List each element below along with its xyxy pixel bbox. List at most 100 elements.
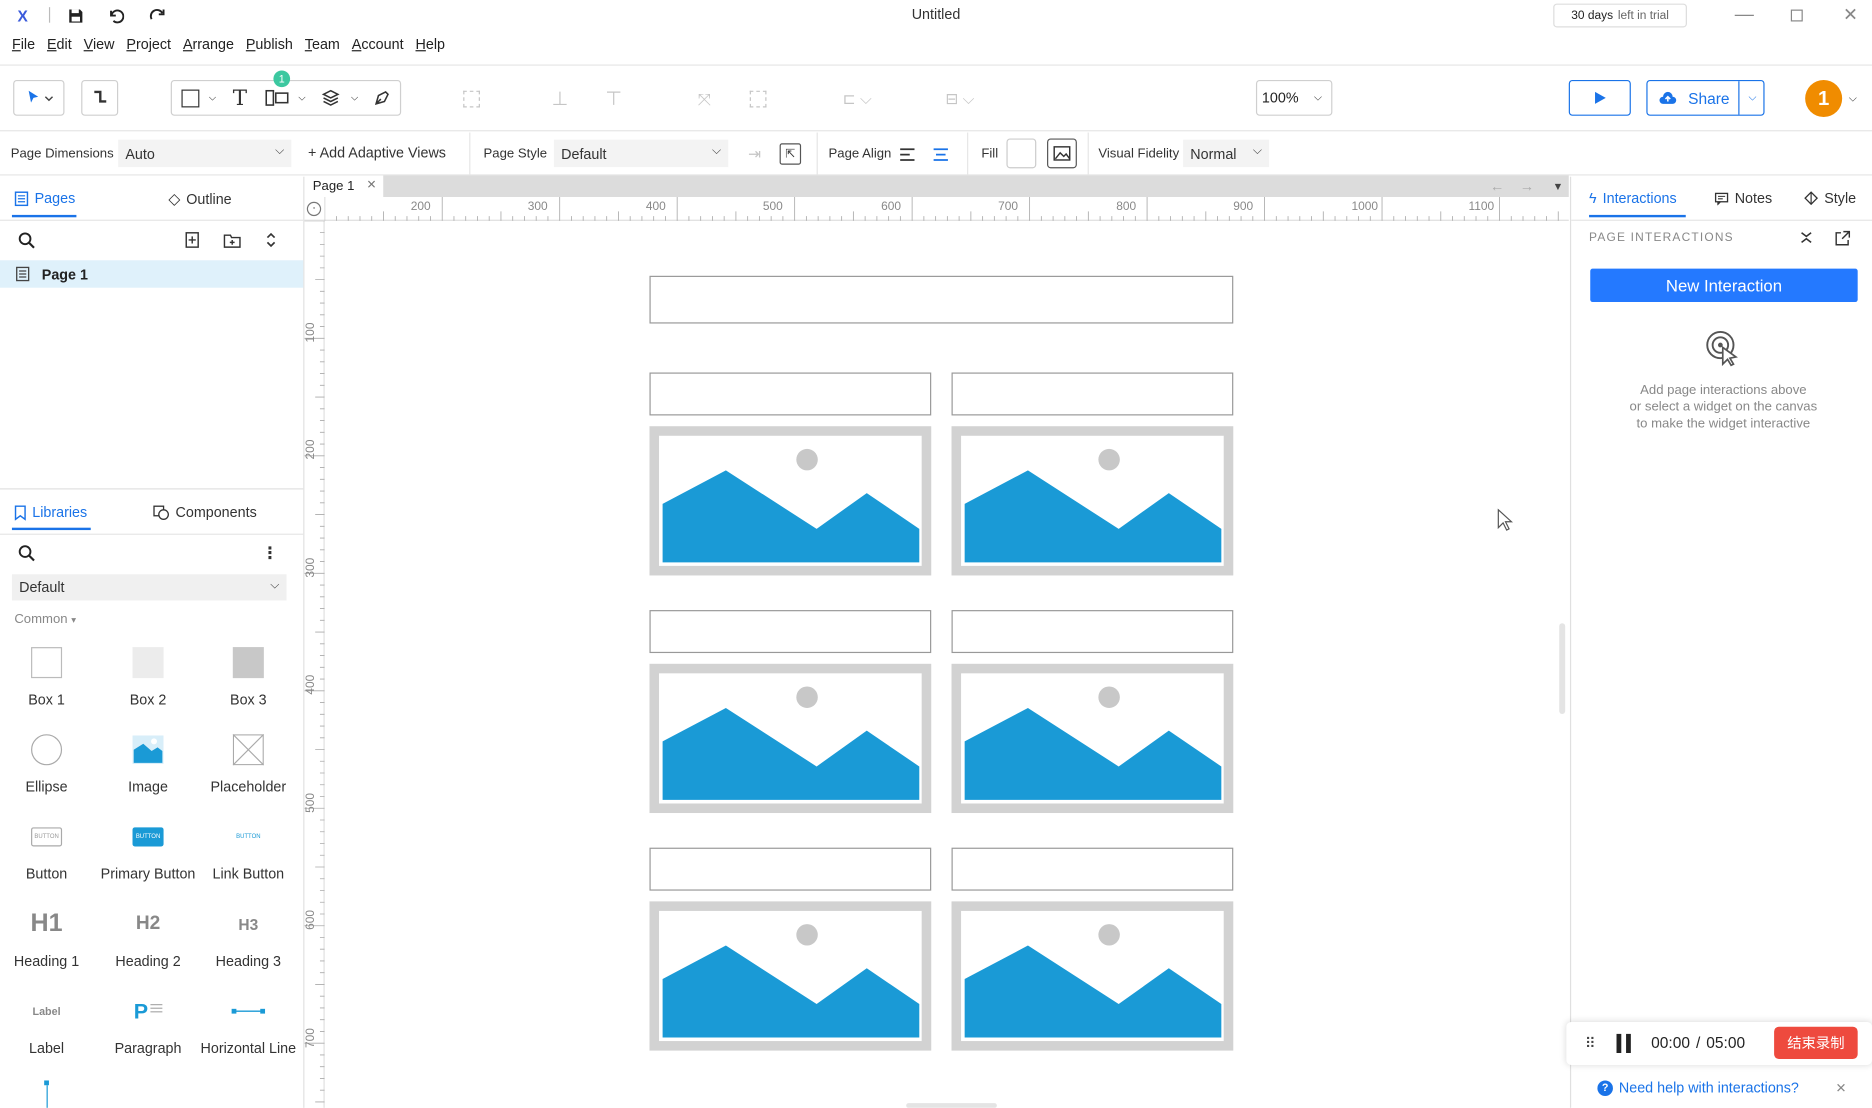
lib-horizontal-line[interactable]: Horizontal Line <box>198 991 298 1057</box>
image-widget[interactable] <box>649 426 932 576</box>
image-widget[interactable] <box>951 663 1234 814</box>
menu-file[interactable]: File <box>6 36 41 60</box>
header-box-widget[interactable] <box>649 275 1234 324</box>
menu-help[interactable]: Help <box>410 36 451 60</box>
widget-tool-icon[interactable] <box>264 87 290 108</box>
drag-handle-icon[interactable]: ⠿ <box>1581 1034 1600 1053</box>
caption-box-widget[interactable] <box>951 372 1234 416</box>
menu-arrange[interactable]: Arrange <box>177 36 240 60</box>
caption-box-widget[interactable] <box>649 610 932 654</box>
close-tab-icon[interactable]: ✕ <box>367 179 377 192</box>
menu-account[interactable]: Account <box>346 36 410 60</box>
page-dimensions-select[interactable]: Auto ⌵ <box>118 139 292 168</box>
notification-badge[interactable]: 1 <box>273 70 291 88</box>
fill-image-icon[interactable] <box>1047 138 1077 169</box>
caption-box-widget[interactable] <box>951 610 1234 654</box>
library-more-icon[interactable]: ⋮ <box>260 542 279 563</box>
widget-dropdown-icon[interactable]: ⌵ <box>296 87 308 108</box>
caption-box-widget[interactable] <box>649 372 932 416</box>
lib-heading-1[interactable]: H1 Heading 1 <box>0 904 97 970</box>
tab-interactions[interactable]: ϟ Interactions <box>1589 190 1677 207</box>
connector-tool-button[interactable] <box>81 79 119 116</box>
library-search-icon[interactable] <box>16 542 37 563</box>
vertical-scrollbar[interactable] <box>1559 623 1566 714</box>
image-widget[interactable] <box>951 901 1234 1051</box>
library-group-label[interactable]: Common ▾ <box>14 612 76 626</box>
avatar[interactable]: 1 <box>1805 79 1843 118</box>
lib-placeholder[interactable]: Placeholder <box>198 729 298 795</box>
search-icon[interactable] <box>16 229 37 250</box>
menu-project[interactable]: Project <box>120 36 177 60</box>
text-tool-icon[interactable]: T <box>227 85 253 110</box>
lib-paragraph[interactable]: P Paragraph <box>98 991 198 1056</box>
caption-box-widget[interactable] <box>951 847 1234 891</box>
rectangle-dropdown-icon[interactable]: ⌵ <box>207 87 219 108</box>
avatar-chevron-icon[interactable]: ⌵ <box>1846 90 1860 107</box>
preview-button[interactable] <box>1568 79 1631 116</box>
close-window-icon[interactable]: ✕ <box>1841 5 1860 25</box>
lib-ellipse[interactable]: Ellipse <box>0 729 97 795</box>
page-tab[interactable]: Page 1 ✕ <box>304 175 384 197</box>
close-help-icon[interactable]: ✕ <box>1833 1079 1850 1096</box>
lib-heading-3[interactable]: H3 Heading 3 <box>198 904 298 969</box>
caption-box-widget[interactable] <box>649 847 932 891</box>
help-link[interactable]: ? Need help with interactions? <box>1597 1079 1799 1096</box>
align-center-icon[interactable] <box>930 144 951 163</box>
image-widget[interactable] <box>951 426 1234 576</box>
select-tool-button[interactable] <box>13 79 65 116</box>
image-widget[interactable] <box>649 663 932 814</box>
manage-styles-icon[interactable]: ⇱ <box>779 143 802 165</box>
pen-tool-icon[interactable] <box>369 87 395 108</box>
design-canvas[interactable] <box>324 222 1569 1108</box>
page-style-select[interactable]: Default ⌵ <box>553 139 729 168</box>
align-left-icon[interactable] <box>897 144 918 163</box>
lib-box-1[interactable]: Box 1 <box>0 642 97 708</box>
share-button[interactable]: Share ⌵ <box>1646 79 1765 116</box>
tab-outline[interactable]: ◇ Outline <box>168 190 231 209</box>
new-interaction-button[interactable]: New Interaction <box>1590 268 1858 303</box>
share-chevron-icon[interactable]: ⌵ <box>1745 90 1759 104</box>
lib-button[interactable]: BUTTON Button <box>0 817 97 882</box>
add-folder-icon[interactable] <box>221 229 242 250</box>
maximize-icon[interactable] <box>1787 6 1806 25</box>
lib-box-2[interactable]: Box 2 <box>98 642 198 708</box>
tab-style[interactable]: Style <box>1804 190 1856 207</box>
lib-vertical-line[interactable] <box>44 1080 49 1108</box>
pause-icon[interactable] <box>1615 1033 1632 1054</box>
zoom-select[interactable]: 100% ⌵ <box>1255 79 1333 116</box>
lib-image[interactable]: Image <box>98 729 198 795</box>
tab-pages[interactable]: Pages <box>14 190 75 207</box>
page-list-item[interactable]: Page 1 <box>0 260 304 288</box>
tab-notes[interactable]: Notes <box>1714 190 1772 207</box>
lib-primary-button[interactable]: BUTTON Primary Button <box>98 817 198 882</box>
tab-components[interactable]: Components <box>153 504 257 521</box>
menu-publish[interactable]: Publish <box>240 36 299 60</box>
lib-label[interactable]: Label Label <box>0 991 97 1056</box>
layers-tool-icon[interactable] <box>318 87 344 108</box>
lib-heading-2[interactable]: H2 Heading 2 <box>98 904 198 969</box>
minimize-icon[interactable]: — <box>1735 5 1754 25</box>
add-adaptive-views-button[interactable]: + Add Adaptive Views <box>308 144 446 161</box>
add-page-icon[interactable] <box>183 229 202 250</box>
ruler-origin-icon[interactable]: ◦ <box>306 201 322 217</box>
library-select[interactable]: Default ⌵ <box>11 574 287 601</box>
collapse-icon[interactable] <box>1797 228 1816 247</box>
visual-fidelity-select[interactable]: Normal ⌵ <box>1183 139 1270 168</box>
horizontal-scrollbar[interactable] <box>906 1103 997 1108</box>
menu-view[interactable]: View <box>78 36 121 60</box>
panel-splitter[interactable] <box>0 488 304 490</box>
fill-color-swatch[interactable] <box>1006 138 1037 169</box>
menu-edit[interactable]: Edit <box>41 36 78 60</box>
lib-box-3[interactable]: Box 3 <box>198 642 298 708</box>
tab-menu-icon[interactable]: ▼ <box>1550 177 1567 196</box>
layers-dropdown-icon[interactable]: ⌵ <box>349 87 361 108</box>
expand-collapse-icon[interactable] <box>261 229 280 250</box>
lib-link-button[interactable]: BUTTON Link Button <box>198 817 298 882</box>
rectangle-tool-icon[interactable] <box>177 87 203 108</box>
image-widget[interactable] <box>649 901 932 1051</box>
menu-team[interactable]: Team <box>299 36 346 60</box>
stop-recording-button[interactable]: 结束录制 <box>1774 1026 1858 1059</box>
popout-icon[interactable] <box>1833 228 1852 247</box>
trial-badge[interactable]: 30 days left in trial <box>1553 3 1687 28</box>
tab-libraries[interactable]: Libraries <box>14 504 87 521</box>
